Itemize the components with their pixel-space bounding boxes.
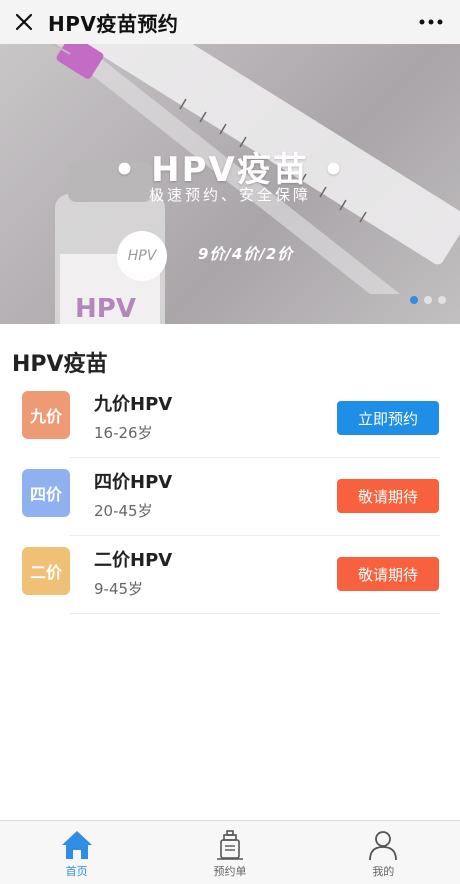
vaccine-age: 9-45岁: [94, 580, 144, 598]
vaccine-badge: 二价: [22, 547, 70, 595]
hpv-badge: HPV: [117, 231, 167, 281]
carousel-indicators: [410, 296, 446, 304]
vaccine-name: 四价HPV: [94, 472, 173, 493]
vaccine-age: 20-45岁: [94, 502, 153, 520]
banner-prices: 9价/4价/2价: [198, 245, 294, 263]
vaccine-age: 16-26岁: [94, 424, 153, 442]
carousel-dot[interactable]: [438, 296, 446, 304]
vaccine-name: 九价HPV: [94, 394, 173, 415]
tab-label: 我的: [372, 865, 395, 878]
banner-carousel[interactable]: • HPV疫苗 • 极速预约、安全保障 HPV 9价/4价/2价 HPV: [0, 44, 460, 324]
vaccine-list: 九价 九价HPV 16-26岁 立即预约 四价 四价HPV 20-45岁 敬请期…: [0, 380, 460, 614]
more-button[interactable]: [416, 8, 446, 36]
banner-subtitle: 极速预约、安全保障: [148, 186, 311, 204]
tab-profile[interactable]: 我的: [307, 821, 460, 884]
vial-label: HPV: [75, 294, 136, 324]
divider: [70, 613, 440, 614]
bottom-tab-bar: 首页 预约单 我的: [0, 820, 460, 884]
tab-appointments[interactable]: 预约单: [153, 821, 306, 884]
section-title: HPV疫苗: [12, 352, 108, 377]
tab-home[interactable]: 首页: [0, 821, 153, 884]
list-item: 二价 二价HPV 9-45岁 敬请期待: [0, 536, 460, 614]
list-item: 九价 九价HPV 16-26岁 立即预约: [0, 380, 460, 458]
page-title: HPV疫苗预约: [48, 11, 179, 36]
user-icon: [369, 831, 398, 861]
close-icon: [15, 13, 33, 31]
vaccine-bottle-icon: [216, 830, 243, 860]
vaccine-badge: 九价: [22, 391, 70, 439]
vaccine-name: 二价HPV: [94, 550, 173, 571]
carousel-dot-active[interactable]: [410, 296, 418, 304]
coming-soon-button[interactable]: 敬请期待: [337, 557, 439, 591]
more-icon: [419, 19, 443, 25]
list-item: 四价 四价HPV 20-45岁 敬请期待: [0, 458, 460, 536]
book-now-button[interactable]: 立即预约: [337, 401, 439, 435]
tab-label: 预约单: [213, 865, 247, 878]
title-bar: HPV疫苗预约: [0, 0, 460, 44]
close-button[interactable]: [2, 0, 46, 44]
tab-label: 首页: [65, 865, 88, 878]
vaccine-badge: 四价: [22, 469, 70, 517]
carousel-dot[interactable]: [424, 296, 432, 304]
coming-soon-button[interactable]: 敬请期待: [337, 479, 439, 513]
home-icon: [61, 831, 92, 859]
